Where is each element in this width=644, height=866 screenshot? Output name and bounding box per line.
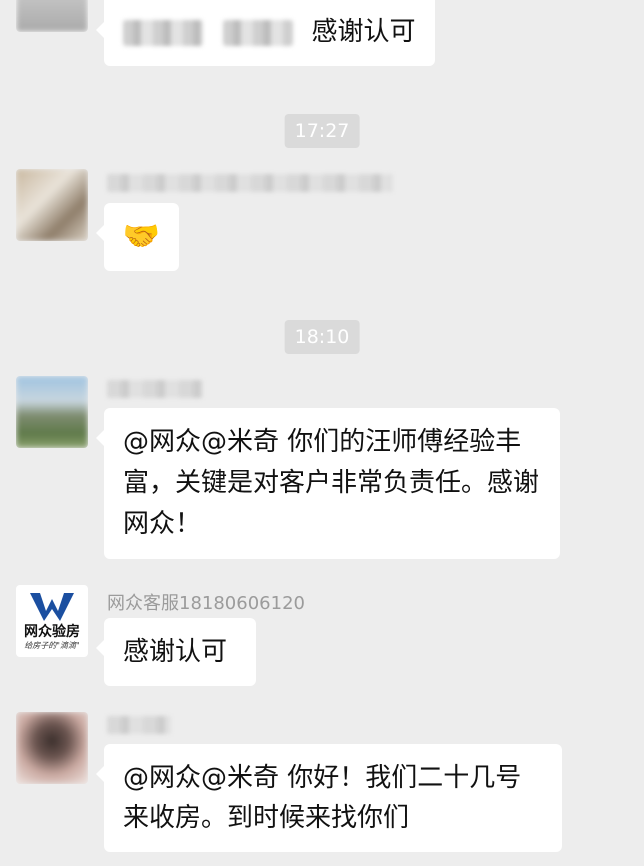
chat-area: 感谢认可 17:27 🤝 18:10 @网众@米奇 你们的汪师傅经验丰富，关键是… (0, 0, 644, 866)
avatar[interactable] (16, 712, 88, 784)
message-text: 感谢认可 (311, 17, 416, 47)
avatar[interactable] (16, 169, 88, 241)
message-text: @网众@米奇 你们的汪师傅经验丰富，关键是对客户非常负责任。感谢网众！ (123, 427, 540, 539)
message-bubble[interactable]: @网众@米奇 你好！我们二十几号来收房。到时候来找你们 (96, 744, 562, 852)
blurred-text (223, 19, 294, 46)
blurred-text (123, 19, 203, 46)
sender-name-blurred (107, 716, 171, 734)
sender-name-blurred (107, 380, 203, 398)
message-bubble[interactable]: @网众@米奇 你们的汪师傅经验丰富，关键是对客户非常负责任。感谢网众！ (96, 408, 560, 559)
logo-slogan-text: 给房子的"滴滴" (24, 641, 80, 650)
company-logo-avatar[interactable]: 网众验房 给房子的"滴滴" (16, 585, 88, 657)
message-bubble-emoji[interactable]: 🤝 (96, 203, 179, 271)
top-avatar[interactable] (16, 0, 88, 32)
sender-name-blurred (107, 174, 393, 192)
message-text: @网众@米奇 你好！我们二十几号来收房。到时候来找你们 (123, 763, 522, 833)
sender-name: 网众客服18180606120 (107, 593, 305, 614)
avatar[interactable] (16, 376, 88, 448)
handshake-icon: 🤝 (122, 219, 161, 254)
timestamp: 17:27 (284, 114, 360, 148)
message-bubble-thanks[interactable]: 感谢认可 (96, 618, 256, 686)
logo-brand-text: 网众验房 (24, 624, 80, 640)
timestamp: 18:10 (284, 320, 360, 354)
message-bubble-thanks-top[interactable]: 感谢认可 (96, 0, 435, 66)
message-text: 感谢认可 (123, 637, 228, 667)
